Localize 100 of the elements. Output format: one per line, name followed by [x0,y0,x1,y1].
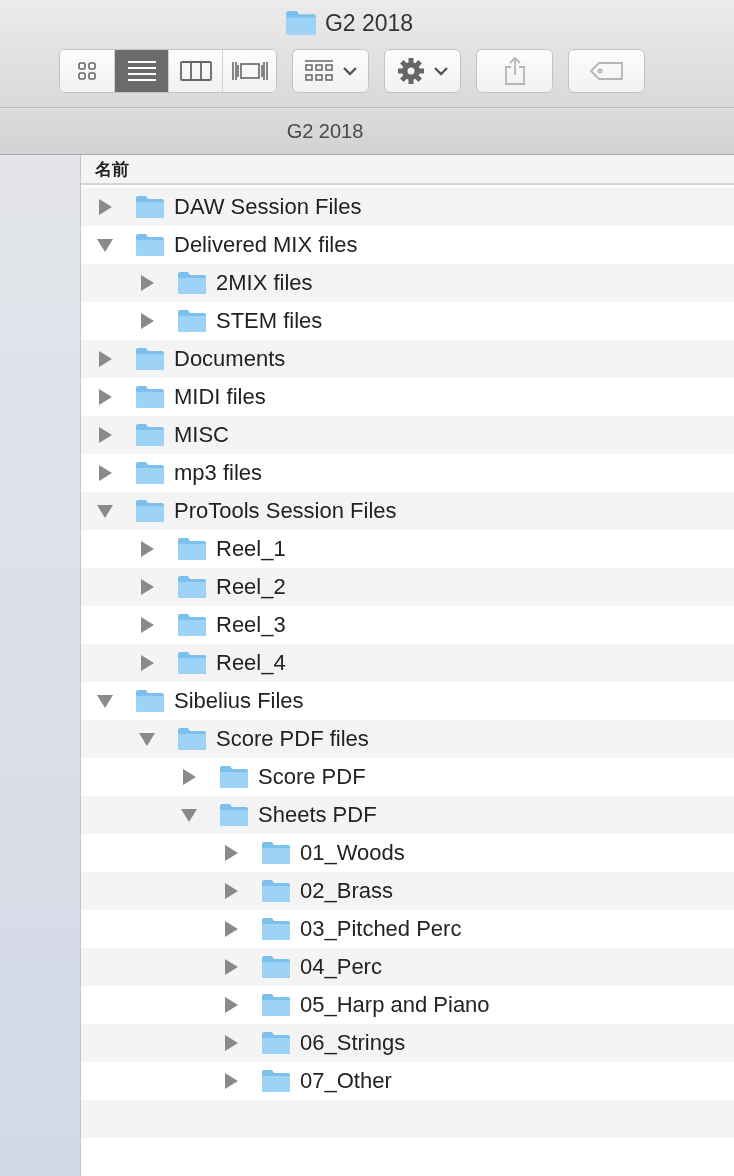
collapsed-triangle-icon[interactable] [139,313,155,329]
folder-icon [135,233,165,257]
folder-icon [135,689,165,713]
group-icon [303,59,334,83]
folder-name: 05_Harp and Piano [300,992,490,1018]
folder-icon [261,1069,291,1093]
file-row[interactable]: Documents [81,340,734,378]
folder-icon [261,955,291,979]
collapsed-triangle-icon[interactable] [139,617,155,633]
file-row[interactable]: Sheets PDF [81,796,734,834]
collapsed-triangle-icon[interactable] [223,959,239,975]
collapsed-triangle-icon[interactable] [223,1073,239,1089]
grid-icon [77,61,97,81]
file-row[interactable]: 02_Brass [81,872,734,910]
folder-name: Reel_1 [216,536,286,562]
folder-icon [284,10,317,36]
view-mode-button[interactable] [60,50,114,92]
collapsed-triangle-icon[interactable] [97,389,113,405]
folder-name: 02_Brass [300,878,393,904]
folder-name: STEM files [216,308,323,334]
folder-name: 03_Pitched Perc [300,916,462,942]
file-row[interactable]: Reel_4 [81,644,734,682]
list-icon [126,60,157,82]
column-title: 名前 [95,158,129,181]
collapsed-triangle-icon[interactable] [97,351,113,367]
folder-name: Score PDF [258,764,366,790]
folder-icon [219,803,249,827]
folder-name: ProTools Session Files [174,498,397,524]
folder-icon [177,271,207,295]
view-mode-button[interactable] [114,50,168,92]
path-title: G2 2018 [286,119,364,143]
share-button[interactable] [476,49,553,93]
folder-icon [135,347,165,371]
folder-icon [261,917,291,941]
chevron-down-icon [432,66,449,76]
collapsed-triangle-icon[interactable] [223,997,239,1013]
collapsed-triangle-icon[interactable] [97,465,113,481]
expanded-triangle-icon[interactable] [97,693,113,709]
action-button[interactable] [384,49,461,93]
window-title: G2 2018 [324,9,414,37]
file-row[interactable]: MISC [81,416,734,454]
collapsed-triangle-icon[interactable] [223,1035,239,1051]
folder-name: 07_Other [300,1068,392,1094]
folder-name: Score PDF files [216,726,369,752]
expanded-triangle-icon[interactable] [139,731,155,747]
file-row[interactable]: DAW Session Files [81,188,734,226]
file-row[interactable]: 2MIX files [81,264,734,302]
file-row[interactable]: 06_Strings [81,1024,734,1062]
folder-icon [177,613,207,637]
chevron-down-icon [341,66,358,76]
folder-icon [135,385,165,409]
folder-icon [219,765,249,789]
file-row[interactable]: ProTools Session Files [81,492,734,530]
file-row[interactable]: Reel_2 [81,568,734,606]
collapsed-triangle-icon[interactable] [139,275,155,291]
collapsed-triangle-icon[interactable] [139,541,155,557]
collapsed-triangle-icon[interactable] [223,883,239,899]
folder-name: 04_Perc [300,954,382,980]
file-row[interactable]: Score PDF files [81,720,734,758]
gear-icon [396,57,425,85]
collapsed-triangle-icon[interactable] [181,769,197,785]
share-icon [502,56,527,86]
folder-name: MISC [174,422,229,448]
folder-icon [135,423,165,447]
folder-icon [261,993,291,1017]
folder-icon [177,727,207,751]
folder-name: Reel_3 [216,612,286,638]
folder-icon [261,1031,291,1055]
folder-name: Sibelius Files [174,688,304,714]
tag-icon [588,61,625,81]
view-mode-button[interactable] [222,50,276,92]
folder-name: Reel_2 [216,574,286,600]
collapsed-triangle-icon[interactable] [139,655,155,671]
tag-button[interactable] [568,49,645,93]
folder-name: MIDI files [174,384,266,410]
folder-name: Delivered MIX files [174,232,358,258]
gallery-icon [231,60,268,82]
folder-name: 06_Strings [300,1030,406,1056]
collapsed-triangle-icon[interactable] [97,427,113,443]
folder-icon [177,537,207,561]
folder-icon [135,499,165,523]
folder-icon [261,841,291,865]
folder-name: 01_Woods [300,840,405,866]
columns-icon [179,61,212,81]
expanded-triangle-icon[interactable] [97,503,113,519]
view-mode-button[interactable] [168,50,222,92]
folder-icon [261,879,291,903]
folder-icon [135,461,165,485]
collapsed-triangle-icon[interactable] [223,921,239,937]
collapsed-triangle-icon[interactable] [139,579,155,595]
group-button[interactable] [292,49,369,93]
expanded-triangle-icon[interactable] [181,807,197,823]
expanded-triangle-icon[interactable] [97,237,113,253]
folder-icon [177,575,207,599]
folder-icon [177,309,207,333]
folder-icon [177,651,207,675]
folder-name: 2MIX files [216,270,313,296]
collapsed-triangle-icon[interactable] [97,199,113,215]
collapsed-triangle-icon[interactable] [223,845,239,861]
file-row[interactable]: 04_Perc [81,948,734,986]
